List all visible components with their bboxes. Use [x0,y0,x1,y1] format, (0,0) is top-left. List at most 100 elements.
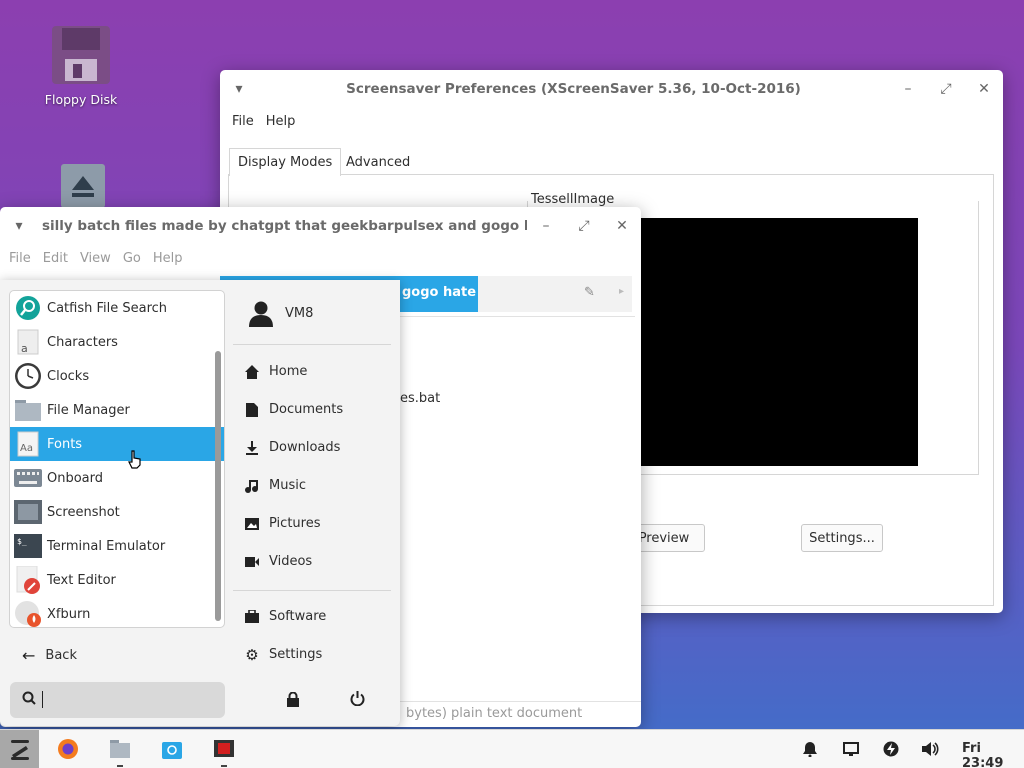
lock-icon [287,691,299,707]
minimize-button[interactable]: – [527,218,565,234]
catfish-search-icon [14,294,42,322]
app-item-catfish[interactable]: Catfish File Search [10,291,224,325]
edit-location-icon[interactable]: ✎ [584,285,595,300]
app-label: Clocks [47,368,90,384]
app-item-text-editor[interactable]: Text Editor [10,563,224,597]
firefox-icon[interactable] [57,738,79,760]
mouse-cursor-icon [127,450,143,473]
place-music[interactable]: Music [245,478,306,493]
menu-edit[interactable]: Edit [37,251,74,266]
window-title: silly batch files made by chatgpt that g… [42,218,527,234]
text-editor-icon [14,566,42,594]
terminal-icon: $_ [14,532,42,560]
software-button[interactable]: Software [245,609,326,624]
menu-help[interactable]: Help [260,114,302,129]
screensaver-titlebar: ▾ Screensaver Preferences (XScreenSaver … [220,70,1003,108]
close-button[interactable]: ✕ [603,218,641,234]
screenshot-icon [14,498,42,526]
menu-help[interactable]: Help [147,251,189,266]
settings-label: Settings [269,647,323,662]
briefcase-icon [245,610,259,624]
window-menu-icon[interactable]: ▾ [220,81,258,97]
app-item-onboard[interactable]: Onboard [10,461,224,495]
place-label: Videos [269,554,313,569]
folder-icon [14,396,42,424]
place-label: Downloads [269,440,341,455]
close-button[interactable]: ✕ [965,81,1003,97]
keyboard-icon [14,464,42,492]
picture-icon [245,517,259,531]
display-icon[interactable] [840,738,862,760]
svg-text:$_: $_ [17,537,27,546]
notification-bell-icon[interactable] [799,738,821,760]
power-status-icon[interactable] [880,738,902,760]
volume-icon[interactable] [920,738,942,760]
search-input[interactable] [42,691,43,708]
maximize-button[interactable]: ⤢ [565,218,603,234]
file-manager-taskbar-icon[interactable] [109,738,131,760]
search-field[interactable] [10,682,225,718]
desktop-icon-floppy-disk[interactable]: Floppy Disk [31,26,131,107]
lock-screen-button[interactable] [286,691,300,711]
software-store-icon[interactable] [161,738,183,760]
separator [233,590,391,591]
app-label: File Manager [47,402,130,418]
software-label: Software [269,609,327,624]
back-button[interactable]: ← Back [22,646,77,665]
zorin-logo-icon [10,739,29,760]
floppy-disk-icon [52,26,110,84]
place-label: Documents [269,402,344,417]
music-icon [245,479,259,493]
window-title: Screensaver Preferences (XScreenSaver 5.… [346,81,801,97]
menu-file[interactable]: File [3,251,37,266]
menu-view[interactable]: View [74,251,117,266]
clock[interactable]: Fri 23:49 [962,741,1024,768]
whisker-menu: Catfish File Search a Characters Clocks … [0,280,400,726]
app-item-fonts[interactable]: Aa Fonts [10,427,224,461]
video-icon [245,555,259,569]
clock-icon [14,362,42,390]
screensaver-taskbar-icon[interactable] [213,738,235,760]
username: VM8 [285,306,314,321]
running-indicator [221,765,227,767]
desktop-icon-drive[interactable] [33,164,133,208]
place-home[interactable]: Home [245,364,307,379]
place-pictures[interactable]: Pictures [245,516,320,531]
window-menu-icon[interactable]: ▾ [0,218,38,234]
app-label: Terminal Emulator [47,538,166,554]
app-item-characters[interactable]: a Characters [10,325,224,359]
app-item-clocks[interactable]: Clocks [10,359,224,393]
place-label: Pictures [269,516,321,531]
app-item-screenshot[interactable]: Screenshot [10,495,224,529]
app-label: Fonts [47,436,83,452]
back-label: Back [45,648,77,663]
place-downloads[interactable]: Downloads [245,440,340,455]
separator [233,344,391,345]
svg-text:a: a [21,342,28,355]
tab-display-modes[interactable]: Display Modes [229,148,342,176]
preview-screen [640,218,918,466]
app-item-xfburn[interactable]: Xfburn [10,597,224,627]
app-list-scrollbar[interactable] [215,351,221,621]
place-videos[interactable]: Videos [245,554,312,569]
maximize-button[interactable]: ⤢ [927,81,965,97]
power-button[interactable] [350,691,365,710]
settings-button[interactable]: Settings... [801,524,883,552]
minimize-button[interactable]: – [889,81,927,97]
start-menu-button[interactable] [0,730,39,768]
app-item-file-manager[interactable]: File Manager [10,393,224,427]
app-label: Onboard [47,470,104,486]
file-manager-titlebar: ▾ silly batch files made by chatgpt that… [0,207,641,245]
place-documents[interactable]: Documents [245,402,343,417]
file-item-label[interactable]: es.bat [400,391,440,406]
tab-advanced[interactable]: Advanced [338,149,418,176]
menu-go[interactable]: Go [117,251,147,266]
path-scroll-icon[interactable]: ▸ [619,286,624,297]
xfburn-icon [14,600,42,627]
settings-button[interactable]: ⚙ Settings [245,646,323,664]
home-icon [245,364,259,379]
fonts-icon: Aa [14,430,42,458]
menu-file[interactable]: File [226,114,260,129]
app-item-terminal[interactable]: $_ Terminal Emulator [10,529,224,563]
file-manager-menubar: File Edit View Go Help [0,245,641,271]
